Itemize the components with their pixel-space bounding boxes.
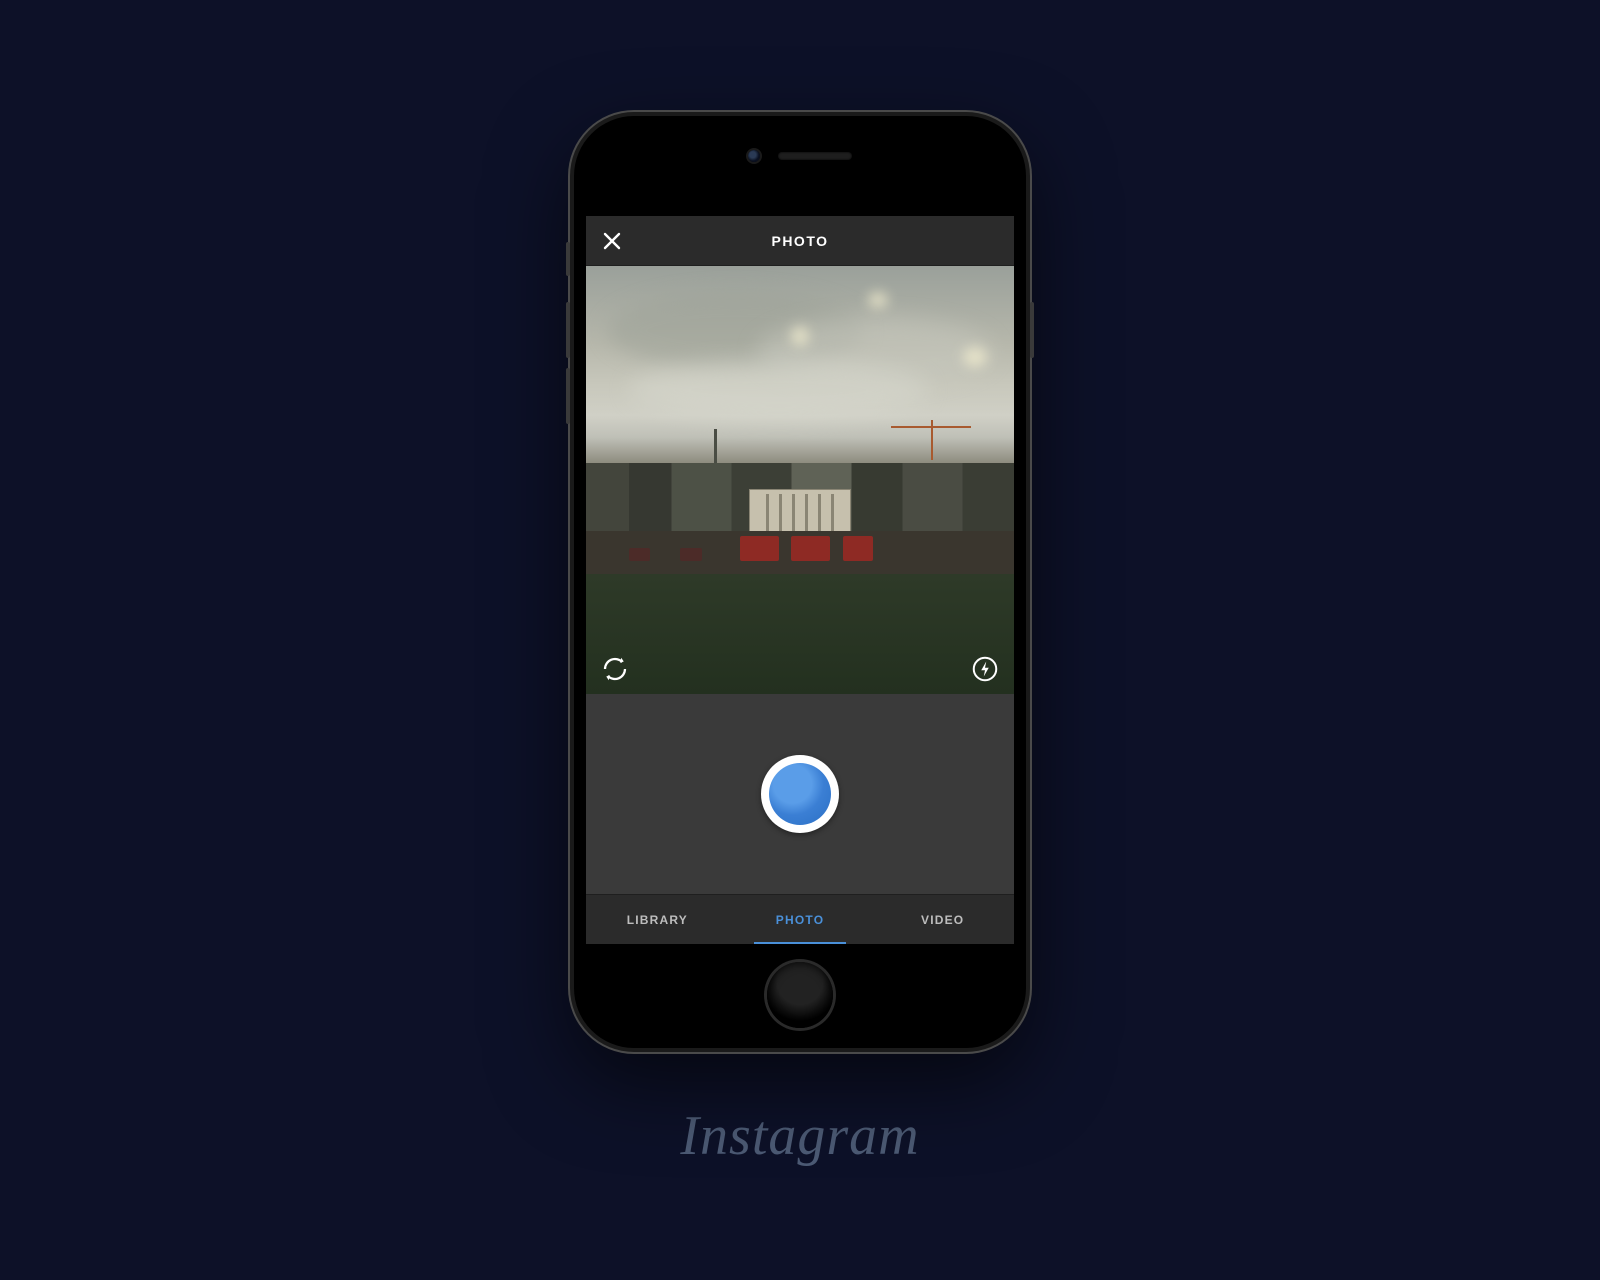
flash-icon — [970, 654, 1000, 684]
app-header: PHOTO — [586, 216, 1014, 266]
close-icon — [600, 229, 624, 253]
power-button — [1030, 302, 1034, 358]
mute-switch — [566, 242, 570, 276]
front-camera — [748, 150, 760, 162]
switch-camera-icon — [600, 654, 630, 684]
switch-camera-button[interactable] — [600, 654, 630, 684]
tab-label: VIDEO — [921, 913, 964, 927]
shutter-area — [586, 694, 1014, 894]
camera-viewfinder[interactable] — [586, 266, 1014, 694]
sensor-bar — [574, 150, 1026, 162]
home-button[interactable] — [767, 962, 833, 1028]
tab-photo[interactable]: PHOTO — [729, 895, 872, 944]
earpiece-speaker — [778, 152, 852, 160]
tab-label: LIBRARY — [627, 913, 688, 927]
phone-device-frame: PHOTO — [570, 112, 1030, 1052]
close-button[interactable] — [600, 229, 624, 253]
tab-label: PHOTO — [776, 913, 824, 927]
header-title: PHOTO — [586, 233, 1014, 249]
screen: PHOTO — [586, 216, 1014, 944]
shutter-button[interactable] — [761, 755, 839, 833]
shutter-inner — [769, 763, 831, 825]
viewfinder-controls — [586, 654, 1014, 684]
volume-down-button — [566, 368, 570, 424]
tab-video[interactable]: VIDEO — [871, 895, 1014, 944]
phone-bezel: PHOTO — [574, 116, 1026, 1048]
tab-library[interactable]: LIBRARY — [586, 895, 729, 944]
volume-up-button — [566, 302, 570, 358]
brand-logo: Instagram — [680, 1104, 919, 1168]
flash-button[interactable] — [970, 654, 1000, 684]
viewfinder-image — [586, 266, 1014, 694]
bottom-tabbar: LIBRARY PHOTO VIDEO — [586, 894, 1014, 944]
